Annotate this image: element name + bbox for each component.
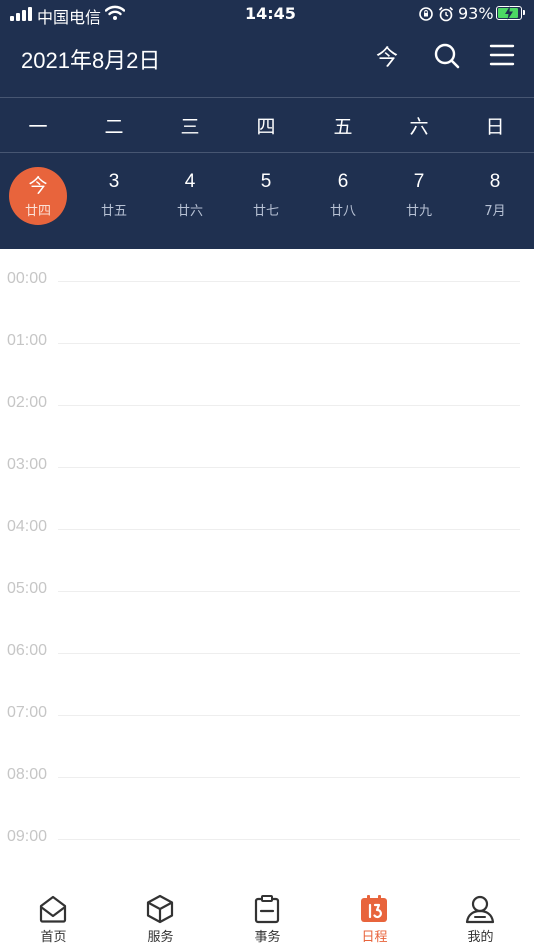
weekday-label: 六 xyxy=(409,116,429,138)
battery-icon xyxy=(496,6,525,20)
tab-bar: 首页 服务 事务 日程 我的 xyxy=(0,884,534,950)
tab-services[interactable]: 服务 xyxy=(107,884,214,950)
day-number: 8 xyxy=(489,171,501,192)
page-title[interactable]: 2021年8月2日 xyxy=(21,43,160,75)
today-button[interactable]: 今 xyxy=(376,40,398,72)
time-label: 05:00 xyxy=(7,580,48,597)
search-icon[interactable] xyxy=(433,42,461,70)
tab-affairs[interactable]: 事务 xyxy=(214,884,321,950)
day-cell[interactable]: 6 廿八 xyxy=(305,153,381,249)
time-slot[interactable]: 04:00 xyxy=(0,497,534,559)
day-cell[interactable]: 5 廿七 xyxy=(228,153,304,249)
lunar-date: 廿五 xyxy=(100,204,127,219)
time-slot[interactable]: 05:00 xyxy=(0,559,534,621)
home-mail-icon xyxy=(39,895,67,923)
lunar-date: 7月 xyxy=(484,204,506,219)
orientation-lock-icon xyxy=(419,7,433,21)
time-slot[interactable]: 08:00 xyxy=(0,745,534,807)
title-bar: 2021年8月2日 今 xyxy=(0,30,534,97)
day-timeline[interactable]: 00:00 01:00 02:00 03:00 04:00 05:00 06:0… xyxy=(0,249,534,870)
time-label: 09:00 xyxy=(7,828,48,845)
weekday-label: 三 xyxy=(180,116,200,138)
lunar-date: 廿六 xyxy=(176,204,203,219)
day-cell[interactable]: 4 廿六 xyxy=(152,153,228,249)
tab-label: 事务 xyxy=(254,930,281,945)
tab-label: 日程 xyxy=(361,930,388,945)
tab-profile[interactable]: 我的 xyxy=(427,884,534,950)
day-number: 今 xyxy=(28,176,48,197)
weekday-label: 一 xyxy=(28,116,48,138)
clipboard-icon xyxy=(254,895,280,924)
calendar-icon xyxy=(361,895,387,922)
date-strip: 今 廿四 3 廿五 4 廿六 5 廿七 6 廿八 7 廿九 8 7月 xyxy=(0,153,534,249)
user-icon xyxy=(465,895,495,924)
time-label: 04:00 xyxy=(7,518,48,535)
time-slot[interactable]: 03:00 xyxy=(0,435,534,497)
menu-icon[interactable] xyxy=(489,43,515,67)
wifi-icon xyxy=(105,5,125,20)
time-label: 00:00 xyxy=(7,270,48,287)
time-slot[interactable]: 00:00 xyxy=(0,249,534,311)
tab-label: 服务 xyxy=(147,930,174,945)
lunar-date: 廿九 xyxy=(405,204,432,219)
tab-home[interactable]: 首页 xyxy=(0,884,107,950)
day-number: 4 xyxy=(184,171,196,192)
lunar-date: 廿八 xyxy=(329,204,356,219)
time-slot[interactable]: 09:00 xyxy=(0,807,534,869)
time-slot[interactable]: 01:00 xyxy=(0,311,534,373)
day-cell-today[interactable]: 今 廿四 xyxy=(0,153,76,249)
time-label: 08:00 xyxy=(7,766,48,783)
time-label: 02:00 xyxy=(7,394,48,411)
lunar-date: 廿四 xyxy=(24,204,51,219)
cube-icon xyxy=(146,894,174,924)
signal-icon xyxy=(10,7,32,21)
time-label: 03:00 xyxy=(7,456,48,473)
day-number: 3 xyxy=(108,171,120,192)
status-time: 14:45 xyxy=(245,4,296,23)
time-slot[interactable]: 02:00 xyxy=(0,373,534,435)
tab-schedule[interactable]: 日程 xyxy=(321,884,428,950)
day-number: 6 xyxy=(337,171,349,192)
weekday-label: 二 xyxy=(104,116,124,138)
lunar-date: 廿七 xyxy=(252,204,279,219)
weekday-label: 四 xyxy=(256,116,276,138)
time-slot[interactable]: 07:00 xyxy=(0,683,534,745)
time-slot[interactable]: 06:00 xyxy=(0,621,534,683)
tab-label: 首页 xyxy=(40,930,67,945)
carrier-label: 中国电信 xyxy=(37,8,102,27)
day-cell[interactable]: 3 廿五 xyxy=(76,153,152,249)
time-label: 06:00 xyxy=(7,642,48,659)
weekday-label: 五 xyxy=(333,116,353,138)
time-label: 01:00 xyxy=(7,332,48,349)
day-number: 7 xyxy=(413,171,425,192)
weekday-label: 日 xyxy=(485,116,505,138)
status-bar: 中国电信 14:45 93% xyxy=(0,0,534,30)
calendar-header: 中国电信 14:45 93% 2021年8月2日 今 一 二 三 四 五 六 日… xyxy=(0,0,534,249)
weekday-row: 一 二 三 四 五 六 日 xyxy=(0,98,534,152)
day-cell[interactable]: 7 廿九 xyxy=(381,153,457,249)
battery-percent: 93% xyxy=(458,4,494,23)
tab-label: 我的 xyxy=(467,930,494,945)
alarm-icon xyxy=(438,6,454,22)
time-label: 07:00 xyxy=(7,704,48,721)
day-number: 5 xyxy=(260,171,272,192)
day-cell[interactable]: 8 7月 xyxy=(457,153,533,249)
